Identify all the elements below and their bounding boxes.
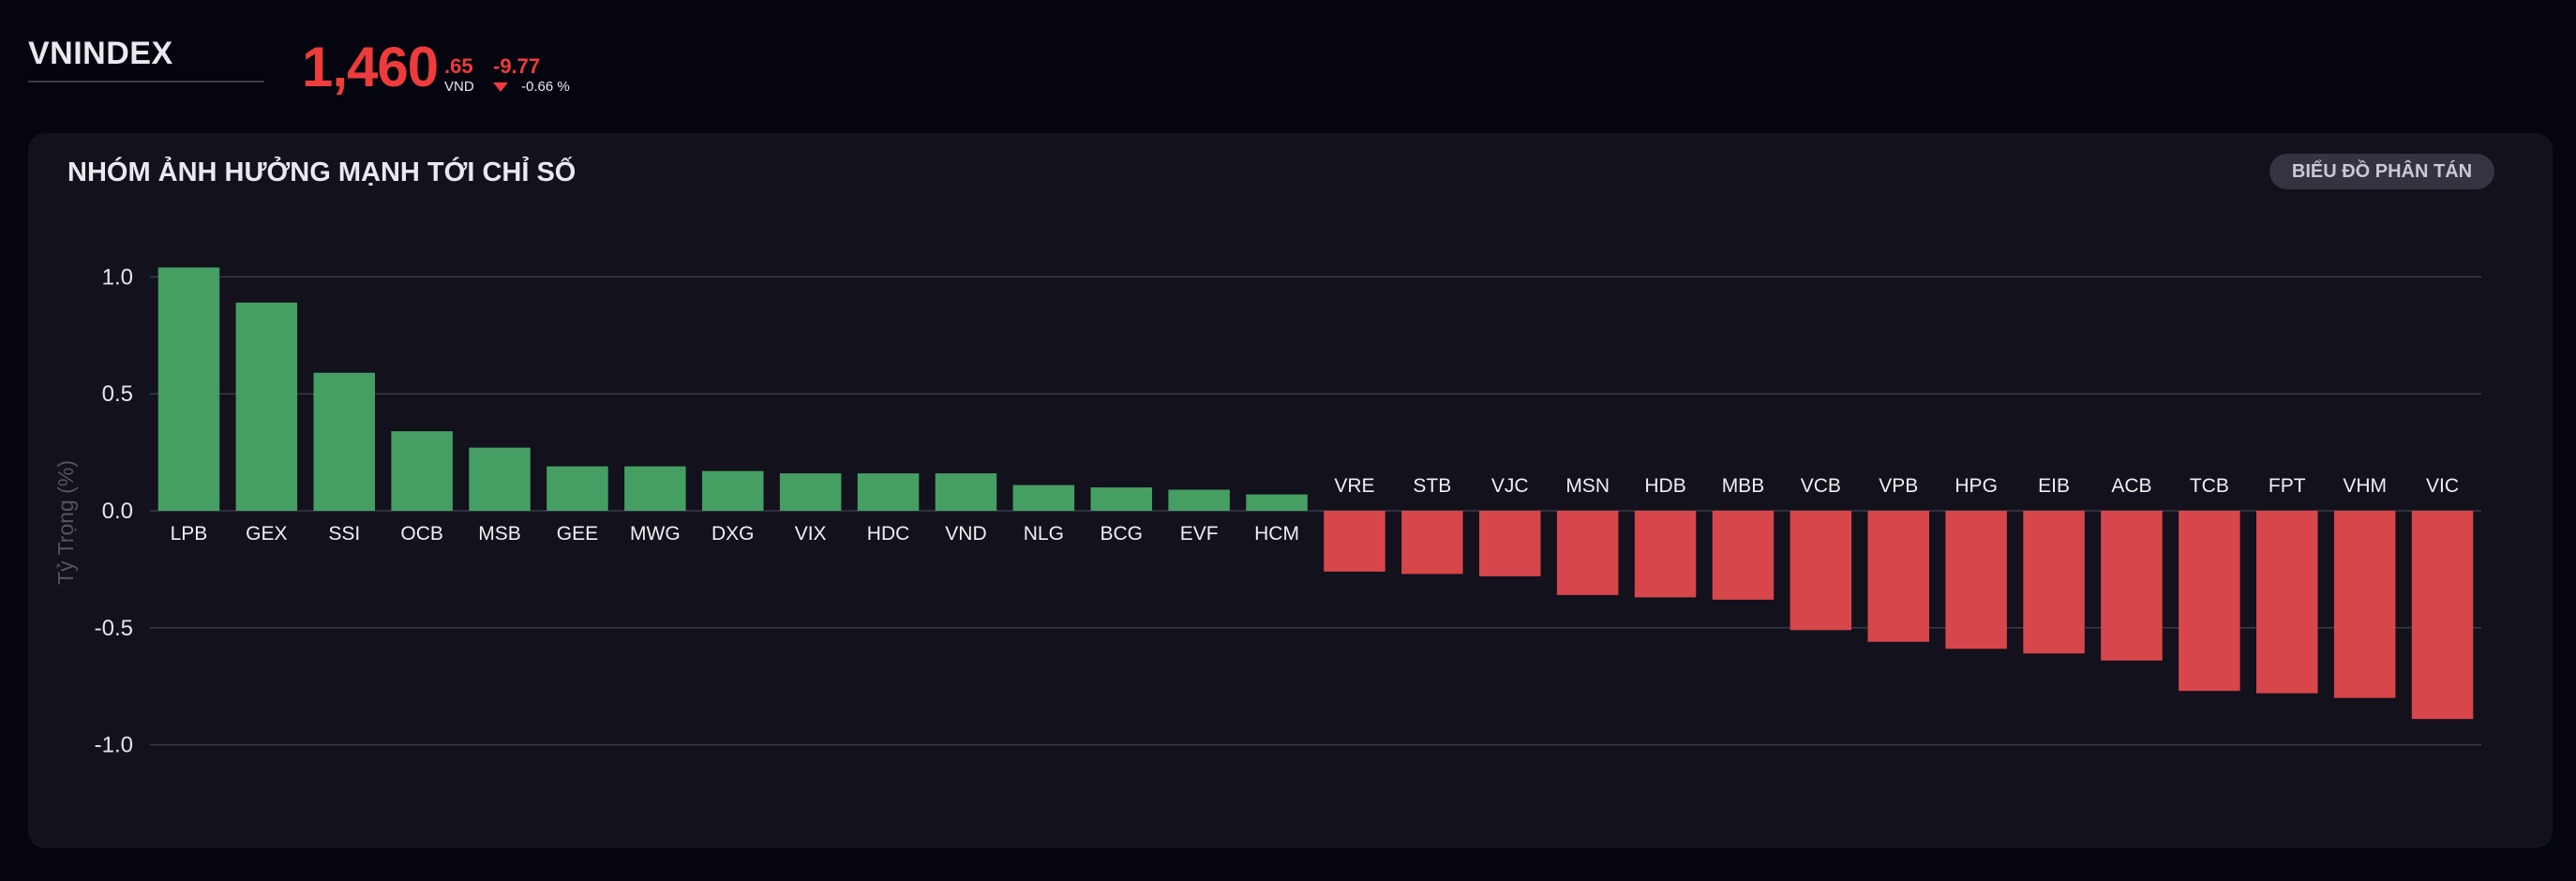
bar: [1401, 511, 1463, 575]
category-label: EIB: [2038, 475, 2070, 497]
y-tick-label: 1.0: [102, 264, 133, 290]
index-change: -9.77: [493, 54, 541, 78]
bar: [779, 473, 842, 511]
category-label: VPB: [1879, 475, 1918, 497]
bar: [2411, 511, 2474, 720]
category-label: HDB: [1644, 475, 1685, 497]
bar: [1090, 487, 1152, 511]
bar: [1712, 511, 1775, 600]
category-label: GEX: [246, 523, 287, 545]
category-label: MWG: [630, 523, 681, 545]
bar: [469, 447, 531, 511]
bar: [1634, 511, 1697, 598]
category-label: OCB: [400, 523, 443, 545]
category-label: DXG: [711, 523, 755, 545]
bar: [547, 466, 608, 511]
category-label: SSI: [328, 523, 360, 545]
category-label: VCB: [1801, 475, 1841, 497]
bar: [2023, 511, 2085, 654]
bar: [313, 372, 375, 511]
bar: [857, 473, 920, 511]
category-label: ACB: [2111, 475, 2151, 497]
bar: [1867, 511, 1929, 642]
category-label: MSN: [1565, 475, 1610, 497]
y-tick-label: -0.5: [95, 616, 133, 641]
index-ticker[interactable]: VNINDEX: [28, 36, 173, 72]
category-label: NLG: [1024, 523, 1064, 545]
ticker-underline: [28, 81, 264, 82]
category-label: VHM: [2343, 475, 2387, 497]
index-price-decimal: .65: [444, 54, 473, 78]
currency-label: VND: [444, 79, 474, 95]
category-label: VRE: [1334, 475, 1374, 497]
bar: [2179, 511, 2240, 692]
bar: [1479, 511, 1541, 576]
index-price: 1,460: [302, 36, 439, 98]
influence-panel: NHÓM ẢNH HƯỞNG MẠNH TỚI CHỈ SỐ BIỂU ĐỒ P…: [28, 133, 2553, 848]
bar: [1324, 511, 1385, 572]
down-arrow-icon: [493, 82, 508, 92]
bar: [935, 473, 997, 511]
influence-bar-chart: 1.0 0.5 0.0 -0.5 -1.0 Tỷ Trọng (%) LPB GEX SSI OC…: [53, 264, 2481, 758]
bar: [1246, 494, 1308, 511]
bar: [2101, 511, 2163, 661]
category-label: GEE: [557, 523, 598, 545]
category-label: HPG: [1954, 475, 1998, 497]
bar: [1168, 489, 1230, 511]
bar: [235, 302, 298, 511]
bar: [1556, 511, 1619, 595]
category-label: VIX: [795, 523, 827, 545]
y-tick-label: 0.0: [102, 499, 133, 524]
category-label: FPT: [2269, 475, 2306, 497]
bar: [1790, 511, 1852, 631]
bar: [2333, 511, 2396, 698]
category-label: TCB: [2190, 475, 2229, 497]
bar: [624, 466, 686, 511]
category-label: HDC: [867, 523, 910, 545]
bar: [157, 267, 220, 511]
bar: [1945, 511, 2007, 650]
y-tick-label: 0.5: [102, 381, 133, 407]
bar: [391, 431, 453, 511]
category-label: MBB: [1722, 475, 1765, 497]
y-tick-label: -1.0: [95, 733, 133, 758]
y-axis-title: Tỷ Trọng (%): [53, 460, 78, 585]
bar: [2256, 511, 2318, 694]
category-label: BCG: [1100, 523, 1143, 545]
category-label: MSB: [478, 523, 521, 545]
index-change-percent: -0.66 %: [521, 79, 570, 95]
bar: [702, 470, 764, 511]
category-label: HCM: [1254, 523, 1299, 545]
category-label: EVF: [1180, 523, 1219, 545]
category-label: VIC: [2426, 475, 2459, 497]
bar: [1012, 485, 1075, 511]
category-label: VJC: [1491, 475, 1529, 497]
category-label: STB: [1413, 475, 1451, 497]
category-label: LPB: [171, 523, 208, 545]
index-header: VNINDEX 1,460 .65 VND -9.77 -0.66 %: [28, 28, 966, 103]
category-label: VND: [945, 523, 986, 545]
